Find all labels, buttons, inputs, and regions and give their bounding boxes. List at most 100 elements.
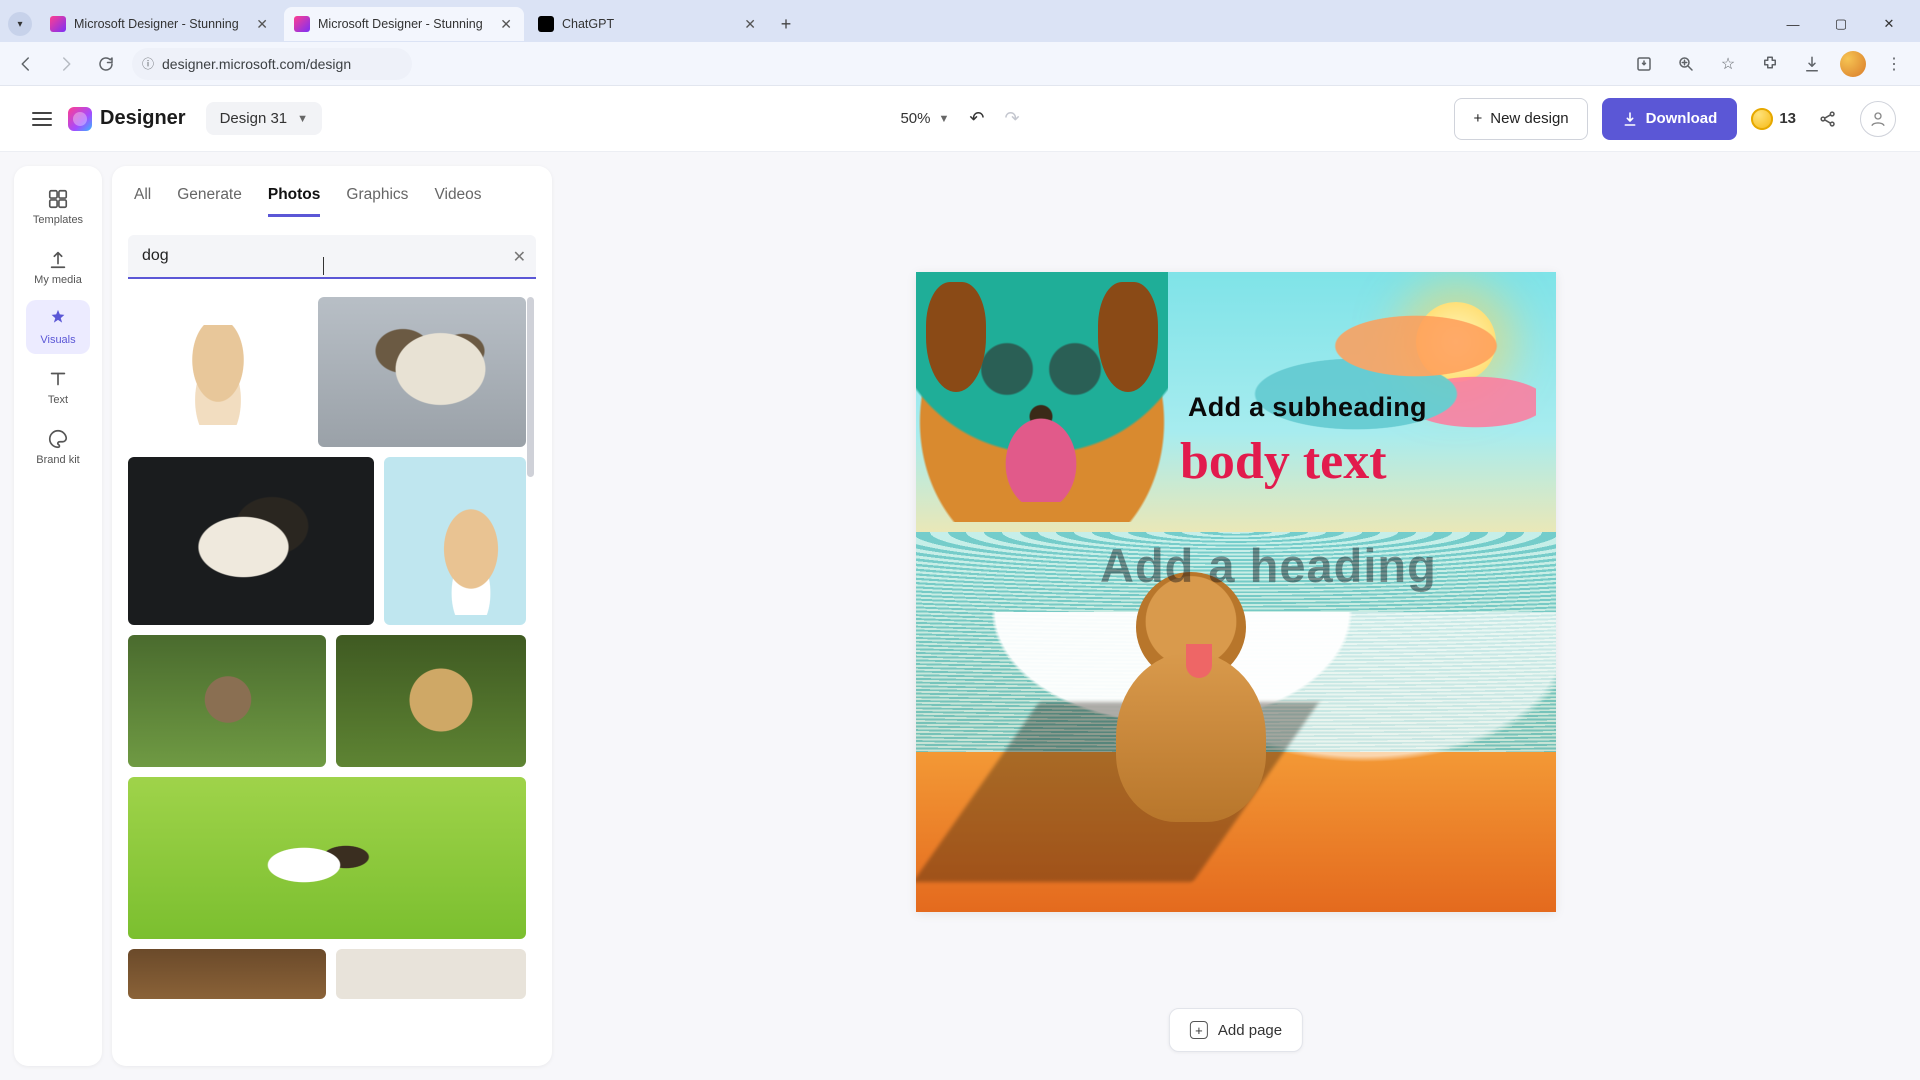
minimize-button[interactable]: ― (1770, 7, 1816, 41)
tab-photos[interactable]: Photos (268, 186, 321, 217)
browser-tab[interactable]: Microsoft Designer - Stunning ✕ (40, 7, 280, 41)
photo-thumbnail[interactable] (128, 949, 326, 999)
address-bar[interactable]: ⓘ designer.microsoft.com/design (132, 48, 412, 80)
tab-title: Microsoft Designer - Stunning (318, 17, 490, 31)
templates-icon (47, 188, 69, 210)
download-button[interactable]: Download (1602, 98, 1738, 140)
zoom-value: 50% (900, 110, 930, 127)
add-page-label: Add page (1218, 1022, 1282, 1039)
photo-thumbnail[interactable] (318, 297, 526, 447)
extensions-icon[interactable] (1756, 50, 1784, 78)
zoom-dropdown[interactable]: 50% ▼ (900, 110, 949, 127)
rail-label: Brand kit (36, 454, 79, 466)
reload-button[interactable] (92, 50, 120, 78)
tool-rail: Templates My media Visuals Text Brand ki… (14, 166, 102, 1066)
canvas-body-text[interactable]: body text (1180, 432, 1387, 491)
chevron-down-icon: ▼ (938, 113, 949, 125)
photo-thumbnail[interactable] (384, 457, 526, 625)
add-page-button[interactable]: + Add page (1169, 1008, 1303, 1052)
photo-thumbnail[interactable] (128, 635, 326, 767)
text-icon (47, 368, 69, 390)
photo-thumbnail[interactable] (128, 777, 526, 939)
install-app-icon[interactable] (1630, 50, 1658, 78)
photo-thumbnail[interactable] (336, 949, 526, 999)
app-header: Designer Design 31 ▼ 50% ▼ ↶ ↷ + New des… (0, 86, 1920, 152)
rail-visuals[interactable]: Visuals (26, 300, 90, 354)
design-name: Design 31 (220, 110, 288, 127)
canvas-subheading-text[interactable]: Add a subheading (1188, 392, 1427, 423)
credits-indicator[interactable]: 13 (1751, 108, 1796, 130)
coin-icon (1751, 108, 1773, 130)
photo-thumbnail[interactable] (128, 297, 308, 447)
window-controls: ― ▢ ✕ (1770, 7, 1912, 41)
rail-my-media[interactable]: My media (26, 240, 90, 294)
rail-label: Text (48, 394, 68, 406)
rail-brand-kit[interactable]: Brand kit (26, 420, 90, 474)
new-design-button[interactable]: + New design (1454, 98, 1587, 140)
chevron-down-icon: ▼ (297, 113, 308, 125)
rail-text[interactable]: Text (26, 360, 90, 414)
tab-graphics[interactable]: Graphics (346, 186, 408, 217)
close-tab-icon[interactable]: ✕ (742, 16, 758, 33)
design-name-dropdown[interactable]: Design 31 ▼ (206, 102, 322, 135)
rail-label: Visuals (40, 334, 75, 346)
tab-search-dropdown[interactable]: ▾ (8, 12, 32, 36)
chatgpt-favicon (538, 16, 554, 32)
workspace: Templates My media Visuals Text Brand ki… (0, 152, 1920, 1080)
scrollbar-thumb[interactable] (527, 297, 534, 477)
rail-templates[interactable]: Templates (26, 180, 90, 234)
download-label: Download (1646, 110, 1718, 127)
photo-thumbnail[interactable] (128, 457, 374, 625)
close-tab-icon[interactable]: ✕ (254, 16, 270, 33)
dog-tongue (1186, 644, 1212, 678)
close-window-button[interactable]: ✕ (1866, 7, 1912, 41)
designer-logo-icon (68, 107, 92, 131)
browser-chrome: ▾ Microsoft Designer - Stunning ✕ Micros… (0, 0, 1920, 86)
account-button[interactable] (1860, 101, 1896, 137)
canvas-area[interactable]: Add a subheading body text Add a heading… (552, 152, 1920, 1080)
downloads-icon[interactable] (1798, 50, 1826, 78)
tab-title: Microsoft Designer - Stunning (74, 17, 246, 31)
address-row: ⓘ designer.microsoft.com/design ☆ ⋮ (0, 42, 1920, 86)
profile-avatar[interactable] (1840, 51, 1866, 77)
photo-thumbnail[interactable] (336, 635, 526, 767)
canvas-heading-text[interactable]: Add a heading (1100, 538, 1437, 593)
zoom-icon[interactable] (1672, 50, 1700, 78)
browser-tab[interactable]: ChatGPT ✕ (528, 7, 768, 41)
brand-name: Designer (100, 107, 186, 130)
close-tab-icon[interactable]: ✕ (498, 16, 514, 33)
menu-button[interactable] (24, 101, 60, 137)
forward-button[interactable] (52, 50, 80, 78)
clear-search-icon[interactable]: ✕ (513, 247, 526, 267)
back-button[interactable] (12, 50, 40, 78)
rail-label: My media (34, 274, 82, 286)
palette-icon (47, 428, 69, 450)
tab-title: ChatGPT (562, 17, 734, 31)
tab-videos[interactable]: Videos (434, 186, 481, 217)
tab-all[interactable]: All (134, 186, 151, 217)
browser-menu-icon[interactable]: ⋮ (1880, 50, 1908, 78)
maximize-button[interactable]: ▢ (1818, 7, 1864, 41)
search-wrap: ✕ (128, 235, 536, 279)
text-cursor (323, 257, 324, 275)
plus-icon: + (1473, 110, 1482, 127)
bookmark-icon[interactable]: ☆ (1714, 50, 1742, 78)
tab-generate[interactable]: Generate (177, 186, 242, 217)
undo-button[interactable]: ↶ (969, 108, 984, 129)
designer-favicon (50, 16, 66, 32)
rail-label: Templates (33, 214, 83, 226)
search-input[interactable] (128, 235, 536, 279)
browser-tab[interactable]: Microsoft Designer - Stunning ✕ (284, 7, 524, 41)
design-canvas[interactable]: Add a subheading body text Add a heading (916, 272, 1556, 912)
new-design-label: New design (1490, 110, 1568, 127)
redo-button[interactable]: ↷ (1004, 108, 1019, 129)
canvas-image-dog-body[interactable] (1086, 572, 1286, 832)
site-info-icon[interactable]: ⓘ (142, 55, 154, 72)
credits-value: 13 (1779, 110, 1796, 127)
download-icon (1622, 111, 1638, 127)
upload-icon (47, 248, 69, 270)
canvas-image-dog-face[interactable] (916, 272, 1168, 522)
share-icon[interactable] (1810, 101, 1846, 137)
new-tab-button[interactable]: + (772, 10, 800, 38)
brand[interactable]: Designer (68, 107, 186, 131)
